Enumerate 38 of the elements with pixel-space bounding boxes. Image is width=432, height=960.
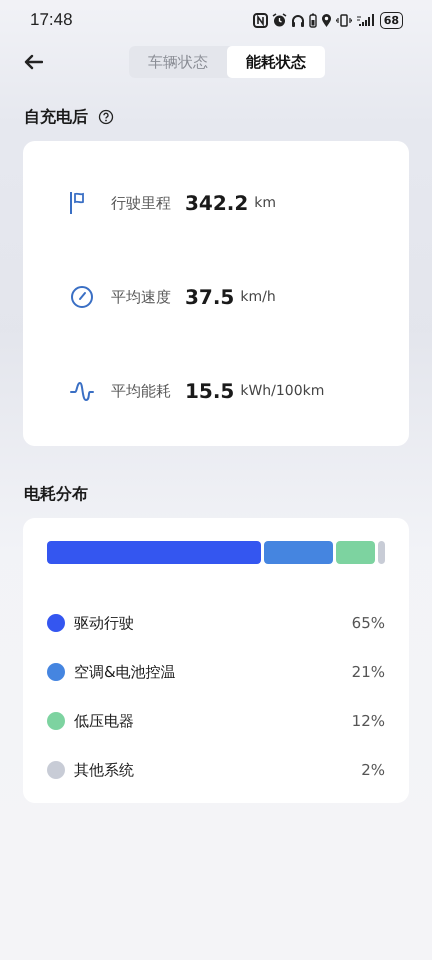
back-button[interactable] [23,54,43,70]
legend-label: 驱动行驶 [74,614,135,632]
legend-label: 空调&电池控温 [74,662,177,682]
bar-segment [378,541,385,564]
stat-label: 平均能耗 [111,382,171,400]
stat-unit: km/h [240,289,276,305]
alarm-icon [272,12,287,28]
location-icon [320,12,332,28]
tab[interactable]: 能耗状态 [227,46,325,78]
legend-percent: 12% [352,712,385,730]
gauge-icon [70,285,94,309]
stat-value: 15.5 [185,379,234,403]
section-title: 电耗分布 [24,484,88,504]
status-time: 17:48 [30,10,73,30]
flag-icon [70,192,84,214]
section-title: 自充电后 [24,106,88,128]
signal-icon [356,12,376,28]
headphones-icon [290,12,305,28]
stat-value: 37.5 [185,285,234,309]
nfc-icon [252,12,268,28]
battery-small-icon [308,12,317,28]
stat-label: 平均速度 [111,288,171,306]
stat-unit: km [254,195,276,211]
bar-segment [336,541,376,564]
wave-icon [70,379,94,403]
stat-label: 行驶里程 [111,194,171,212]
stat-value: 342.2 [185,191,248,215]
legend-label: 低压电器 [74,712,135,730]
back-arrow-icon [23,54,43,70]
legend-percent: 2% [361,761,385,779]
stat-unit: kWh/100km [240,383,324,399]
battery-indicator: 68 [384,14,399,26]
help-icon [98,109,114,125]
legend-percent: 21% [352,663,385,681]
vibrate-icon [336,12,352,28]
bar-segment [264,541,333,564]
legend-percent: 65% [352,614,385,632]
legend-label: 其他系统 [74,760,135,780]
